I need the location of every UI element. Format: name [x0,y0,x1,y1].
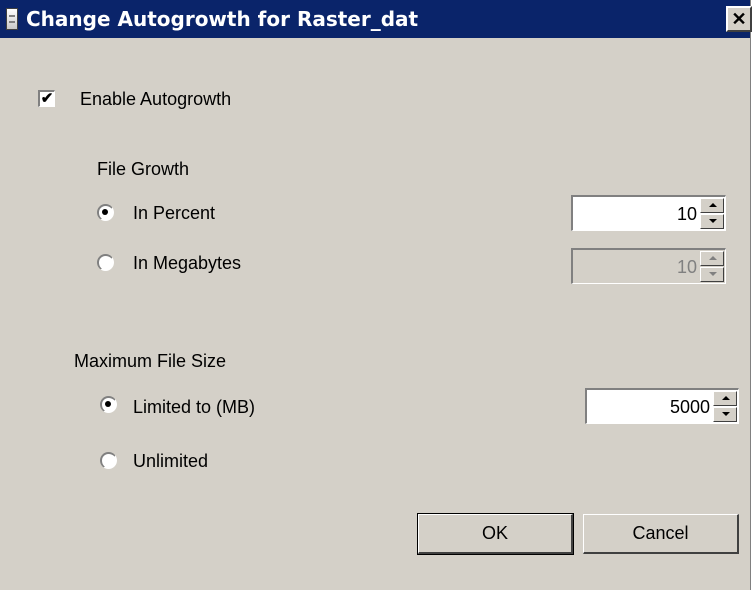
window-title: Change Autogrowth for Raster_dat [26,7,419,31]
megabytes-spinbox: 10 [571,248,726,284]
enable-autogrowth-label[interactable]: Enable Autogrowth [80,88,231,110]
checkmark-icon: ✔ [40,90,54,107]
database-file-icon [6,8,18,30]
in-percent-radio[interactable] [97,204,114,221]
percent-spinbox[interactable]: 10 [571,195,726,231]
percent-spin-buttons [700,198,724,229]
in-megabytes-label[interactable]: In Megabytes [133,252,241,274]
megabytes-spin-buttons [700,251,724,282]
close-button[interactable]: ✕ [726,6,752,32]
max-size-spinbox[interactable]: 5000 [585,388,739,424]
cancel-button[interactable]: Cancel [583,514,739,554]
unlimited-radio[interactable] [100,452,117,469]
percent-value[interactable]: 10 [577,203,697,225]
percent-increment-button[interactable] [700,198,724,213]
max-size-increment-button[interactable] [713,391,737,406]
ok-button[interactable]: OK [417,513,574,555]
megabytes-decrement-button [700,267,724,282]
limited-to-radio[interactable] [100,396,117,413]
in-megabytes-radio[interactable] [97,254,114,271]
max-size-decrement-button[interactable] [713,407,737,422]
max-size-spin-buttons [713,391,737,422]
in-percent-label[interactable]: In Percent [133,202,215,224]
maximum-file-size-heading: Maximum File Size [74,351,227,371]
megabytes-increment-button [700,251,724,266]
enable-autogrowth-checkbox[interactable]: ✔ [38,90,55,107]
megabytes-value: 10 [676,257,697,277]
title-bar: Change Autogrowth for Raster_dat ✕ [0,0,752,38]
limited-to-label[interactable]: Limited to (MB) [133,396,255,418]
unlimited-label[interactable]: Unlimited [133,450,208,472]
file-growth-heading: File Growth [97,159,190,179]
percent-decrement-button[interactable] [700,214,724,229]
autogrowth-dialog: Change Autogrowth for Raster_dat ✕ ✔ Ena… [0,0,752,590]
max-size-value[interactable]: 5000 [591,396,710,418]
close-icon: ✕ [731,9,747,29]
